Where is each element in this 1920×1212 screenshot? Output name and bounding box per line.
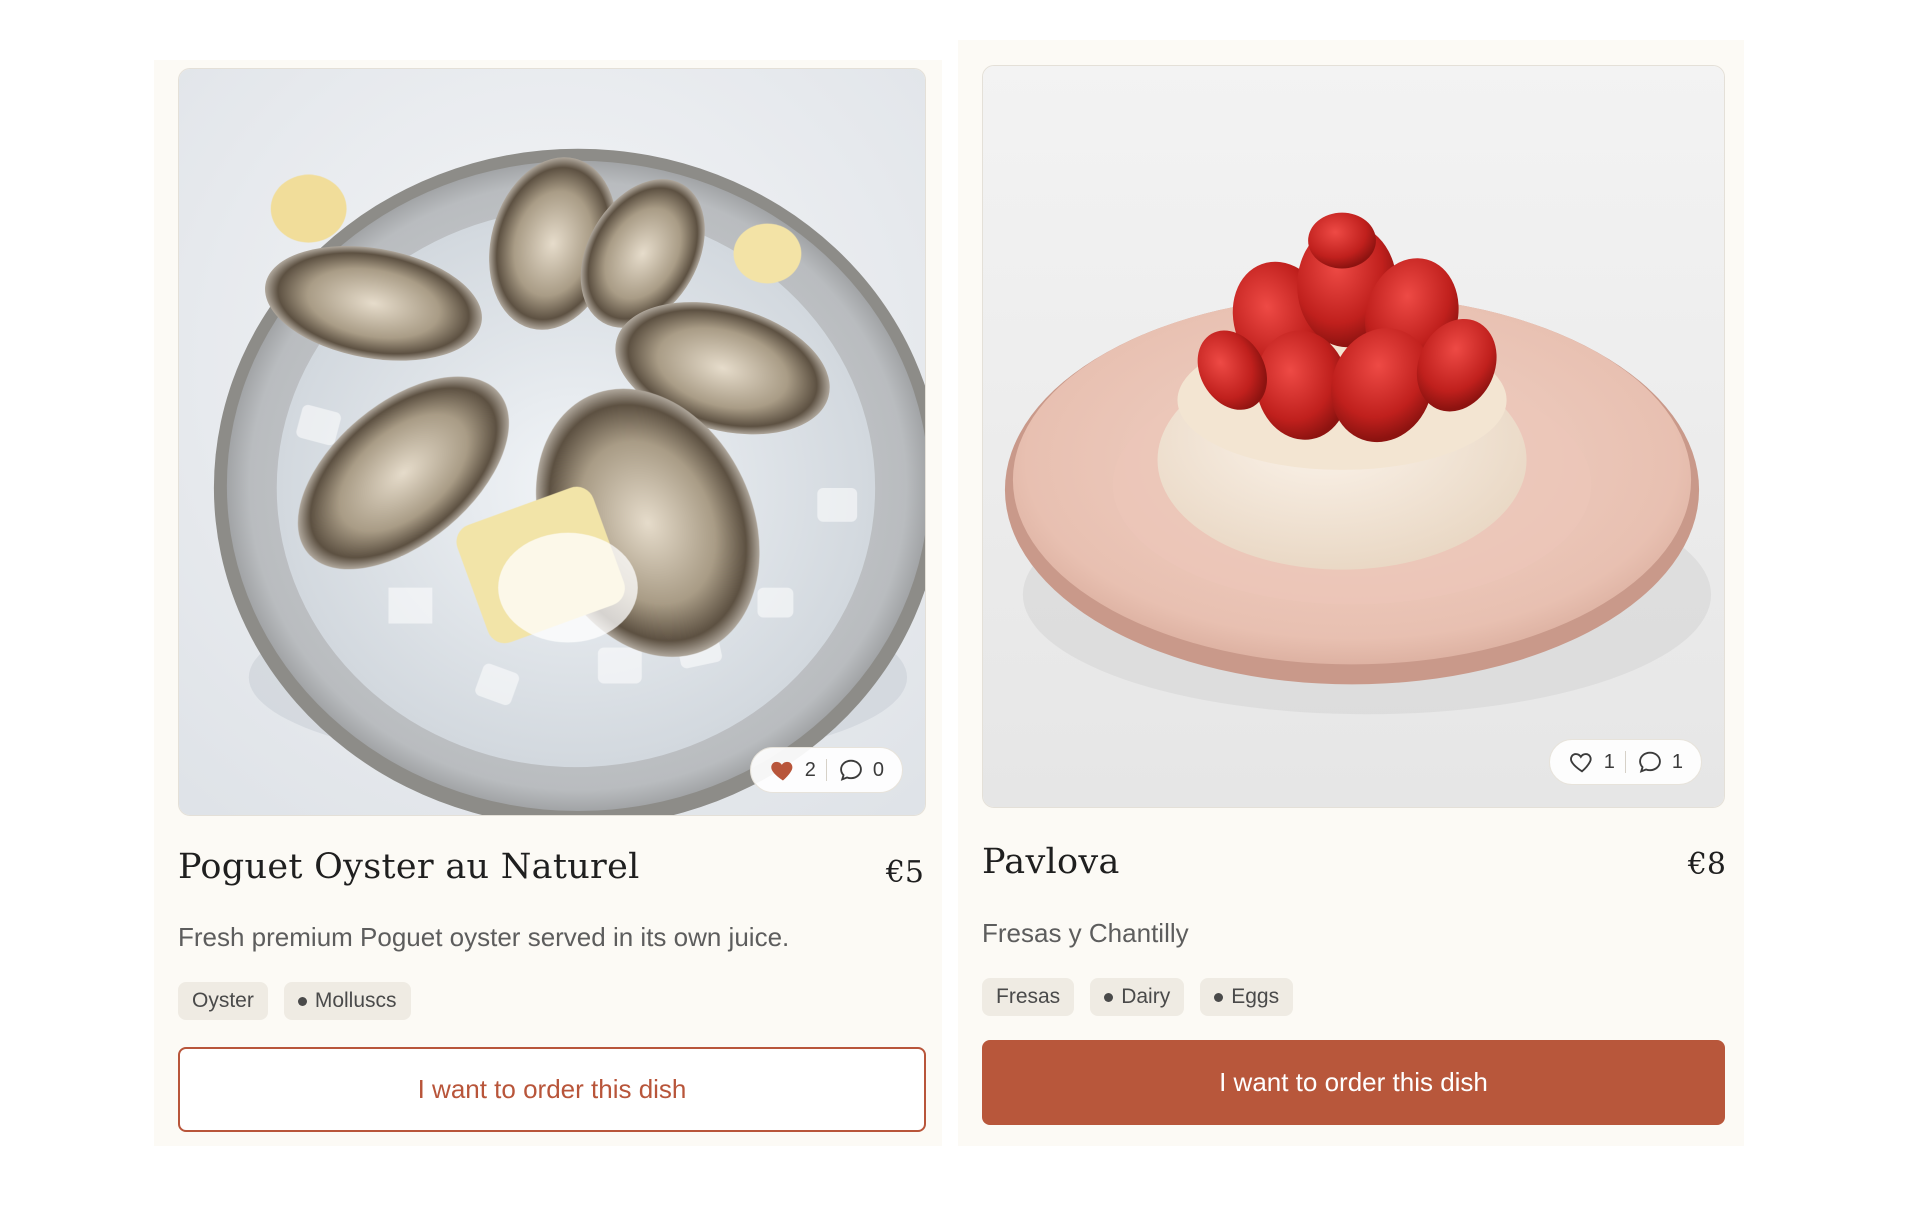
stats-divider <box>1624 751 1626 773</box>
allergen-dot-icon <box>297 996 307 1006</box>
tag-label: Eggs <box>1231 985 1280 1008</box>
dish-photo[interactable]: 1 1 <box>982 65 1725 808</box>
pavlova-photo <box>983 66 1724 807</box>
dish-tags: Fresas Dairy Eggs <box>982 978 1294 1016</box>
dish-card-oyster: 2 0 Poguet Oyster au Naturel €5 Fresh pr… <box>154 60 942 1146</box>
tag-label: Dairy <box>1121 985 1171 1008</box>
tag-dairy: Dairy <box>1090 978 1185 1016</box>
dish-price: €5 <box>885 855 924 890</box>
dish-card-pavlova: 1 1 Pavlova €8 Fresas y Chantilly Fresas… <box>958 40 1744 1146</box>
order-dish-button[interactable]: I want to order this dish <box>982 1040 1725 1125</box>
heart-filled-icon <box>771 761 793 781</box>
dish-tags: Oyster Molluscs <box>178 982 411 1020</box>
oysters-photo <box>179 69 925 815</box>
tag-fresas: Fresas <box>982 978 1075 1016</box>
engagement-stats: 1 1 <box>1548 739 1702 785</box>
engagement-stats: 2 0 <box>749 747 903 793</box>
like-counter[interactable]: 1 <box>1568 748 1615 776</box>
comment-bubble-icon <box>1639 751 1661 773</box>
tag-label: Molluscs <box>314 989 397 1012</box>
dish-description: Fresas y Chantilly <box>982 918 1189 948</box>
tag-oyster: Oyster <box>178 982 268 1020</box>
dish-description: Fresh premium Poguet oyster served in it… <box>178 922 790 952</box>
dish-price: €8 <box>1687 847 1726 882</box>
stats-divider <box>825 759 827 781</box>
tag-molluscs: Molluscs <box>283 982 411 1020</box>
comment-counter[interactable]: 0 <box>837 756 884 784</box>
like-count: 1 <box>1603 750 1615 773</box>
like-counter[interactable]: 2 <box>769 756 816 784</box>
comment-count: 1 <box>1671 750 1683 773</box>
allergen-dot-icon <box>1214 992 1224 1002</box>
tag-eggs: Eggs <box>1200 978 1294 1016</box>
comment-count: 0 <box>872 758 884 781</box>
heart-outline-icon <box>1569 753 1592 773</box>
comment-bubble-icon <box>840 759 862 781</box>
like-count: 2 <box>804 758 816 781</box>
order-dish-button[interactable]: I want to order this dish <box>178 1047 926 1132</box>
tag-label: Fresas <box>996 985 1061 1008</box>
dish-name: Pavlova <box>982 842 1120 882</box>
allergen-dot-icon <box>1104 992 1114 1002</box>
dish-name: Poguet Oyster au Naturel <box>178 847 640 887</box>
comment-counter[interactable]: 1 <box>1636 748 1683 776</box>
dish-photo[interactable]: 2 0 <box>178 68 926 816</box>
tag-label: Oyster <box>192 989 254 1012</box>
